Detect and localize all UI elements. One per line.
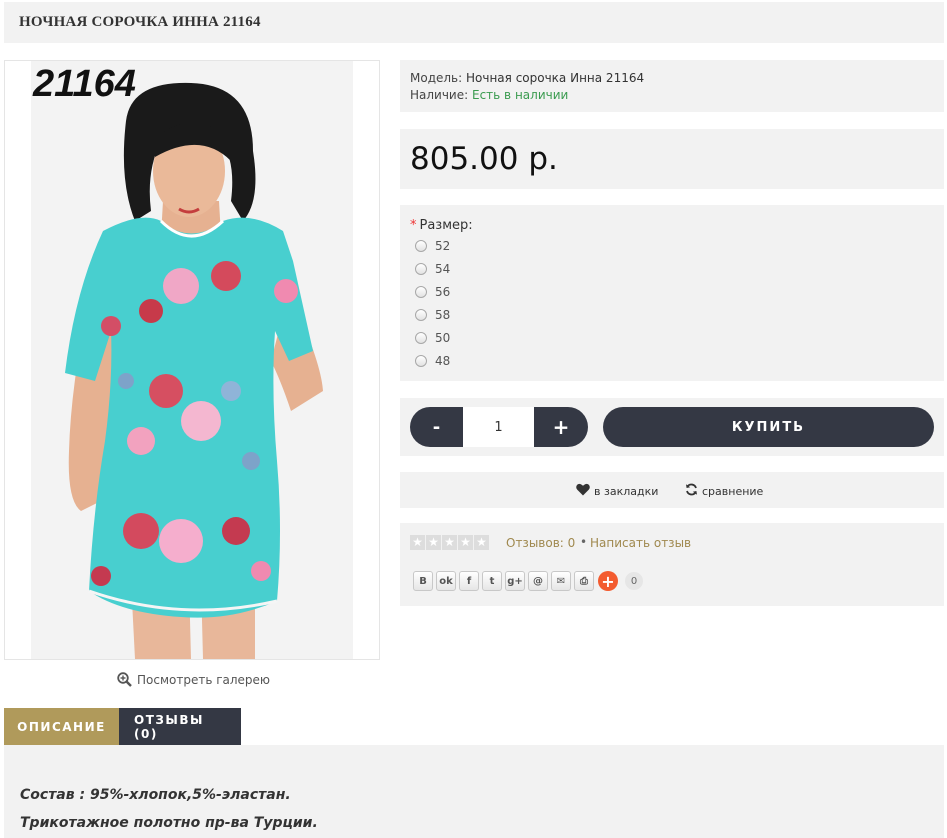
radio-button[interactable]: [415, 263, 427, 275]
gallery-label: Посмотреть галерею: [137, 672, 271, 687]
reviews-panel: ★ ★ ★ ★ ★ Отзывов: 0 • Написать отзыв B …: [400, 523, 944, 606]
size-option[interactable]: 54: [415, 262, 450, 276]
radio-button[interactable]: [415, 309, 427, 321]
title-bar: НОЧНАЯ СОРОЧКА ИННА 21164: [4, 2, 944, 43]
stock-value: Есть в наличии: [472, 88, 569, 102]
size-value: 50: [435, 331, 451, 345]
cart-panel: - + КУПИТЬ: [400, 398, 944, 456]
size-label-text: Размер:: [419, 218, 473, 233]
share-buttons: B ok f t g+ @ ✉ ⎙ + 0: [413, 571, 643, 591]
bookmark-label: в закладки: [594, 484, 659, 498]
size-option[interactable]: 56: [415, 285, 450, 299]
model-value: Ночная сорочка Инна 21164: [466, 71, 645, 85]
reviews-count-link[interactable]: Отзывов: 0: [506, 536, 575, 550]
add-to-bookmarks-link[interactable]: в закладки: [576, 483, 658, 499]
share-count-badge: 0: [625, 572, 643, 590]
size-option[interactable]: 58: [415, 308, 450, 322]
tab-description[interactable]: ОПИСАНИЕ: [4, 708, 119, 745]
dress-illustration: [65, 82, 323, 659]
radio-button[interactable]: [415, 355, 427, 367]
star-icon: ★: [426, 535, 441, 550]
size-options: * Размер: 52 54 56 58 50 48: [400, 205, 944, 381]
separator: •: [580, 535, 588, 549]
tab-reviews[interactable]: ОТЗЫВЫ (0): [119, 708, 241, 745]
quantity-decrease-button[interactable]: -: [410, 407, 463, 447]
mail-ru-share-button[interactable]: @: [528, 571, 548, 591]
star-icon: ★: [474, 535, 489, 550]
size-option[interactable]: 48: [415, 354, 450, 368]
fabric-origin-text: Трикотажное полотно пр-ва Турции.: [20, 815, 318, 831]
size-value: 56: [435, 285, 451, 299]
stock-label: Наличие:: [410, 88, 469, 102]
star-icon: ★: [458, 535, 473, 550]
heart-icon: [576, 483, 590, 499]
star-icon: ★: [442, 535, 457, 550]
size-value: 54: [435, 262, 451, 276]
buy-button[interactable]: КУПИТЬ: [603, 407, 934, 447]
refresh-icon: [685, 483, 698, 499]
size-option[interactable]: 52: [415, 239, 450, 253]
size-option[interactable]: 50: [415, 331, 450, 345]
quantity-increase-button[interactable]: +: [534, 407, 588, 447]
page-title: НОЧНАЯ СОРОЧКА ИННА 21164: [19, 14, 261, 30]
print-button[interactable]: ⎙: [574, 571, 594, 591]
size-label: * Размер:: [410, 218, 473, 233]
google-plus-share-button[interactable]: g+: [505, 571, 525, 591]
view-gallery-link[interactable]: Посмотреть галерею: [117, 672, 270, 687]
add-to-compare-link[interactable]: сравнение: [685, 483, 763, 499]
photo-code: 21164: [33, 63, 136, 105]
write-review-link[interactable]: Написать отзыв: [590, 536, 691, 550]
wishlist-panel: в закладки сравнение: [400, 472, 944, 508]
rating-stars: ★ ★ ★ ★ ★: [410, 535, 489, 550]
product-price: 805.00 р.: [410, 141, 558, 177]
product-info: Модель: Ночная сорочка Инна 21164 Наличи…: [400, 60, 944, 112]
email-share-button[interactable]: ✉: [551, 571, 571, 591]
twitter-share-button[interactable]: t: [482, 571, 502, 591]
facebook-share-button[interactable]: f: [459, 571, 479, 591]
zoom-in-icon: [117, 672, 132, 687]
product-image[interactable]: 21164: [4, 60, 380, 660]
size-value: 52: [435, 239, 451, 253]
radio-button[interactable]: [415, 240, 427, 252]
model-label: Модель:: [410, 71, 463, 85]
price-panel: 805.00 р.: [400, 129, 944, 189]
product-photo: [31, 61, 353, 659]
description-panel: Состав : 95%-хлопок,5%-эластан. Трикотаж…: [4, 745, 944, 838]
quantity-input[interactable]: [463, 407, 534, 447]
product-tabs: ОПИСАНИЕ ОТЗЫВЫ (0): [4, 708, 241, 745]
compare-label: сравнение: [702, 484, 764, 498]
more-share-button[interactable]: +: [598, 571, 618, 591]
radio-button[interactable]: [415, 286, 427, 298]
vk-share-button[interactable]: B: [413, 571, 433, 591]
model-row: Модель: Ночная сорочка Инна 21164: [410, 70, 944, 87]
odnoklassniki-share-button[interactable]: ok: [436, 571, 456, 591]
composition-text: Состав : 95%-хлопок,5%-эластан.: [20, 787, 291, 803]
star-icon: ★: [410, 535, 425, 550]
required-mark: *: [410, 218, 417, 233]
stock-row: Наличие: Есть в наличии: [410, 87, 944, 104]
radio-button[interactable]: [415, 332, 427, 344]
size-value: 58: [435, 308, 451, 322]
size-value: 48: [435, 354, 451, 368]
